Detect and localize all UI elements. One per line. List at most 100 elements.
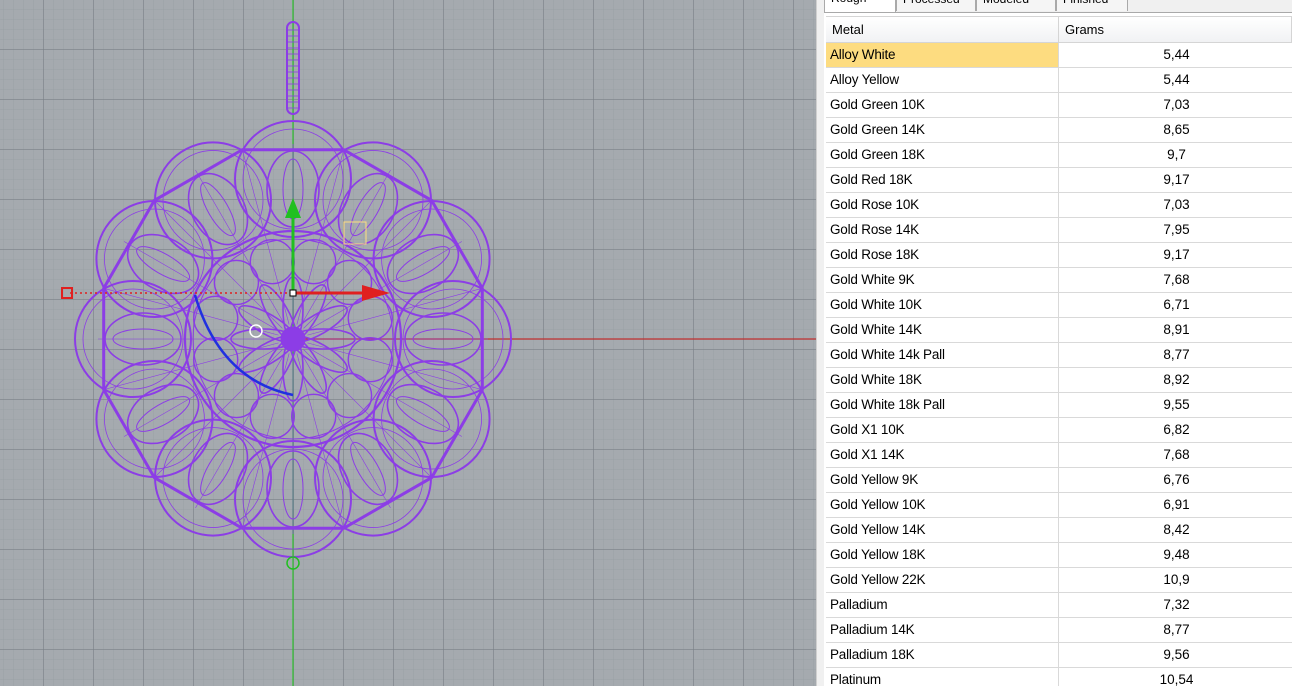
cell-grams[interactable]: 10,54 <box>1059 668 1292 686</box>
column-header-grams[interactable]: Grams <box>1059 17 1292 42</box>
cell-grams[interactable]: 8,65 <box>1059 118 1292 142</box>
cell-grams[interactable]: 9,48 <box>1059 543 1292 567</box>
cell-metal[interactable]: Gold White 18K <box>826 368 1059 392</box>
cell-grams[interactable]: 5,44 <box>1059 43 1292 67</box>
cell-grams[interactable]: 7,68 <box>1059 268 1292 292</box>
cell-metal[interactable]: Palladium 18K <box>826 643 1059 667</box>
cell-metal[interactable]: Gold Red 18K <box>826 168 1059 192</box>
table-row[interactable]: Gold Yellow 14K 8,42 <box>826 518 1292 543</box>
table-row[interactable]: Palladium 7,32 <box>826 593 1292 618</box>
cell-metal[interactable]: Gold Rose 18K <box>826 243 1059 267</box>
gumball-x-arrowhead-icon <box>362 285 390 301</box>
cell-grams[interactable]: 6,91 <box>1059 493 1292 517</box>
table-row[interactable]: Gold Red 18K 9,17 <box>826 168 1292 193</box>
gumball-rotate-arc <box>193 294 294 397</box>
cell-grams[interactable]: 10,9 <box>1059 568 1292 592</box>
cell-metal[interactable]: Gold Yellow 9K <box>826 468 1059 492</box>
tab-finished[interactable]: Finished <box>1056 0 1128 11</box>
table-row[interactable]: Gold Yellow 9K 6,76 <box>826 468 1292 493</box>
cell-metal[interactable]: Gold X1 10K <box>826 418 1059 442</box>
spoke-wire <box>300 169 391 327</box>
cell-metal[interactable]: Gold White 18k Pall <box>826 393 1059 417</box>
cell-metal[interactable]: Gold White 14K <box>826 318 1059 342</box>
cell-metal[interactable]: Gold X1 14K <box>826 443 1059 467</box>
cell-metal[interactable]: Gold Green 10K <box>826 93 1059 117</box>
table-row[interactable]: Gold Green 10K 7,03 <box>826 93 1292 118</box>
table-row[interactable]: Gold Yellow 18K 9,48 <box>826 543 1292 568</box>
column-header-metal[interactable]: Metal <box>826 17 1059 42</box>
metal-weight-table: Metal Grams Alloy White 5,44 Alloy Yellow 5… <box>826 16 1292 686</box>
table-row[interactable]: Palladium 18K 9,56 <box>826 643 1292 668</box>
cell-metal[interactable]: Palladium <box>826 593 1059 617</box>
table-row[interactable]: Gold Green 18K 9,7 <box>826 143 1292 168</box>
table-row[interactable]: Alloy White 5,44 <box>826 43 1292 68</box>
table-row[interactable]: Gold X1 14K 7,68 <box>826 443 1292 468</box>
table-row[interactable]: Gold Yellow 22K 10,9 <box>826 568 1292 593</box>
cell-metal[interactable]: Gold Rose 14K <box>826 218 1059 242</box>
cell-grams[interactable]: 7,95 <box>1059 218 1292 242</box>
spoke-wire <box>195 169 286 327</box>
cell-grams[interactable]: 5,44 <box>1059 68 1292 92</box>
table-row[interactable]: Alloy Yellow 5,44 <box>826 68 1292 93</box>
cell-grams[interactable]: 8,42 <box>1059 518 1292 542</box>
table-row[interactable]: Platinum 10,54 <box>826 668 1292 686</box>
spoke-wire <box>154 200 283 329</box>
wireframe-scene[interactable] <box>0 0 816 686</box>
table-row[interactable]: Gold White 14K 8,91 <box>826 318 1292 343</box>
table-row[interactable]: Gold X1 10K 6,82 <box>826 418 1292 443</box>
cell-grams[interactable]: 7,03 <box>1059 193 1292 217</box>
cell-grams[interactable]: 7,03 <box>1059 93 1292 117</box>
table-row[interactable]: Gold White 18K 8,92 <box>826 368 1292 393</box>
cell-metal[interactable]: Gold Green 18K <box>826 143 1059 167</box>
cell-grams[interactable]: 6,76 <box>1059 468 1292 492</box>
cell-grams[interactable]: 9,55 <box>1059 393 1292 417</box>
spoke-wire <box>303 200 432 329</box>
gumball-y-arrowhead-icon <box>285 198 301 218</box>
spoke-wire <box>123 346 281 437</box>
cell-grams[interactable]: 9,17 <box>1059 243 1292 267</box>
cell-metal[interactable]: Gold White 14k Pall <box>826 343 1059 367</box>
cell-grams[interactable]: 7,32 <box>1059 593 1292 617</box>
table-row[interactable]: Palladium 14K 8,77 <box>826 618 1292 643</box>
table-row[interactable]: Gold Yellow 10K 6,91 <box>826 493 1292 518</box>
cell-metal[interactable]: Alloy Yellow <box>826 68 1059 92</box>
cell-metal[interactable]: Gold Yellow 18K <box>826 543 1059 567</box>
spoke-wire <box>195 351 286 509</box>
tab-rough[interactable]: Rough <box>824 0 896 12</box>
tab-strip: Rough Processed Modeled Finished <box>824 0 1292 13</box>
cell-metal[interactable]: Gold White 9K <box>826 268 1059 292</box>
cell-metal[interactable]: Palladium 14K <box>826 618 1059 642</box>
cell-grams[interactable]: 6,82 <box>1059 418 1292 442</box>
cell-metal[interactable]: Platinum <box>826 668 1059 686</box>
table-row[interactable]: Gold White 10K 6,71 <box>826 293 1292 318</box>
table-row[interactable]: Gold Rose 14K 7,95 <box>826 218 1292 243</box>
spoke-wire <box>300 351 391 509</box>
cell-grams[interactable]: 7,68 <box>1059 443 1292 467</box>
table-row[interactable]: Gold White 14k Pall 8,77 <box>826 343 1292 368</box>
cell-grams[interactable]: 9,56 <box>1059 643 1292 667</box>
table-row[interactable]: Gold White 9K 7,68 <box>826 268 1292 293</box>
cell-grams[interactable]: 9,7 <box>1059 143 1292 167</box>
cell-metal[interactable]: Gold Rose 10K <box>826 193 1059 217</box>
cell-grams[interactable]: 8,77 <box>1059 343 1292 367</box>
table-row[interactable]: Gold Rose 10K 7,03 <box>826 193 1292 218</box>
cell-metal[interactable]: Gold Yellow 14K <box>826 518 1059 542</box>
cell-metal[interactable]: Gold Green 14K <box>826 118 1059 142</box>
cell-grams[interactable]: 6,71 <box>1059 293 1292 317</box>
table-row[interactable]: Gold Green 14K 8,65 <box>826 118 1292 143</box>
cell-grams[interactable]: 9,17 <box>1059 168 1292 192</box>
tab-modeled[interactable]: Modeled <box>976 0 1056 11</box>
cell-grams[interactable]: 8,77 <box>1059 618 1292 642</box>
spoke-wire <box>305 346 463 437</box>
cell-grams[interactable]: 8,92 <box>1059 368 1292 392</box>
viewport-3d[interactable] <box>0 0 816 686</box>
tab-processed[interactable]: Processed <box>896 0 976 11</box>
cell-metal[interactable]: Gold Yellow 22K <box>826 568 1059 592</box>
table-row[interactable]: Gold White 18k Pall 9,55 <box>826 393 1292 418</box>
cell-metal[interactable]: Alloy White <box>826 43 1059 67</box>
spoke-wire <box>154 349 283 478</box>
cell-metal[interactable]: Gold Yellow 10K <box>826 493 1059 517</box>
cell-grams[interactable]: 8,91 <box>1059 318 1292 342</box>
cell-metal[interactable]: Gold White 10K <box>826 293 1059 317</box>
table-row[interactable]: Gold Rose 18K 9,17 <box>826 243 1292 268</box>
